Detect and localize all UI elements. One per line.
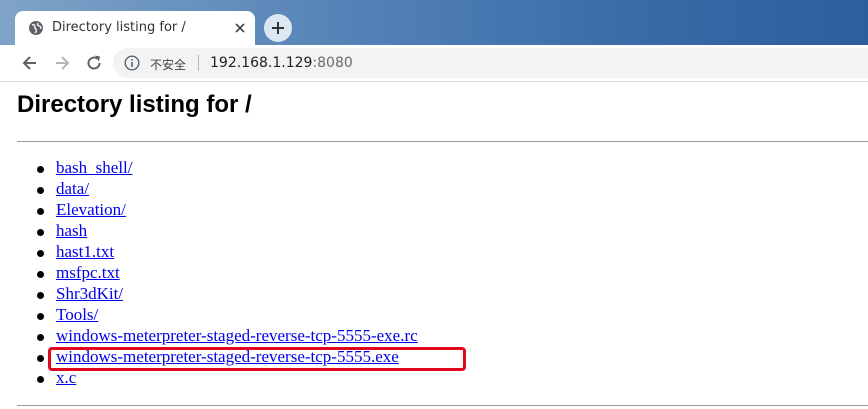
browser-tab[interactable]: Directory listing for / — [15, 11, 255, 45]
tab-strip: Directory listing for / — [0, 0, 868, 45]
file-link[interactable]: Shr3dKit/ — [56, 284, 123, 303]
reload-icon[interactable] — [85, 54, 103, 72]
globe-icon — [29, 21, 43, 35]
list-item: data/ — [17, 178, 418, 199]
new-tab-button[interactable] — [264, 14, 292, 42]
file-link[interactable]: data/ — [56, 179, 89, 198]
file-link[interactable]: Elevation/ — [56, 200, 126, 219]
browser-toolbar: 不安全 192.168.1.129:8080 — [0, 45, 868, 82]
file-link[interactable]: bash_shell/ — [56, 158, 133, 177]
divider — [17, 141, 868, 142]
divider — [17, 405, 868, 406]
list-item: bash_shell/ — [17, 157, 418, 178]
forward-arrow-icon[interactable] — [53, 54, 71, 72]
url-text[interactable]: 192.168.1.129:8080 — [210, 55, 353, 71]
file-link[interactable]: Tools/ — [56, 305, 98, 324]
plus-icon — [272, 22, 284, 34]
list-item: msfpc.txt — [17, 262, 418, 283]
info-icon[interactable] — [124, 55, 140, 71]
url-port: :8080 — [312, 55, 353, 71]
list-item: Tools/ — [17, 304, 418, 325]
back-arrow-icon[interactable] — [21, 54, 39, 72]
highlight-annotation-box — [48, 347, 466, 371]
url-host: 192.168.1.129 — [210, 55, 313, 71]
list-item: hash — [17, 220, 418, 241]
file-link[interactable]: hash — [56, 221, 87, 240]
page-title: Directory listing for / — [17, 91, 252, 118]
file-link[interactable]: msfpc.txt — [56, 263, 120, 282]
list-item: Elevation/ — [17, 199, 418, 220]
file-link[interactable]: windows-meterpreter-staged-reverse-tcp-5… — [56, 326, 418, 345]
security-status-label[interactable]: 不安全 — [150, 56, 186, 73]
list-item: Shr3dKit/ — [17, 283, 418, 304]
close-icon[interactable] — [233, 21, 247, 35]
page-content: Directory listing for / bash_shell/ data… — [0, 82, 868, 409]
file-link[interactable]: hast1.txt — [56, 242, 114, 261]
list-item: windows-meterpreter-staged-reverse-tcp-5… — [17, 325, 418, 346]
list-item: hast1.txt — [17, 241, 418, 262]
address-bar[interactable]: 不安全 192.168.1.129:8080 — [113, 48, 868, 78]
tab-title: Directory listing for / — [52, 20, 186, 35]
address-divider — [198, 55, 199, 71]
